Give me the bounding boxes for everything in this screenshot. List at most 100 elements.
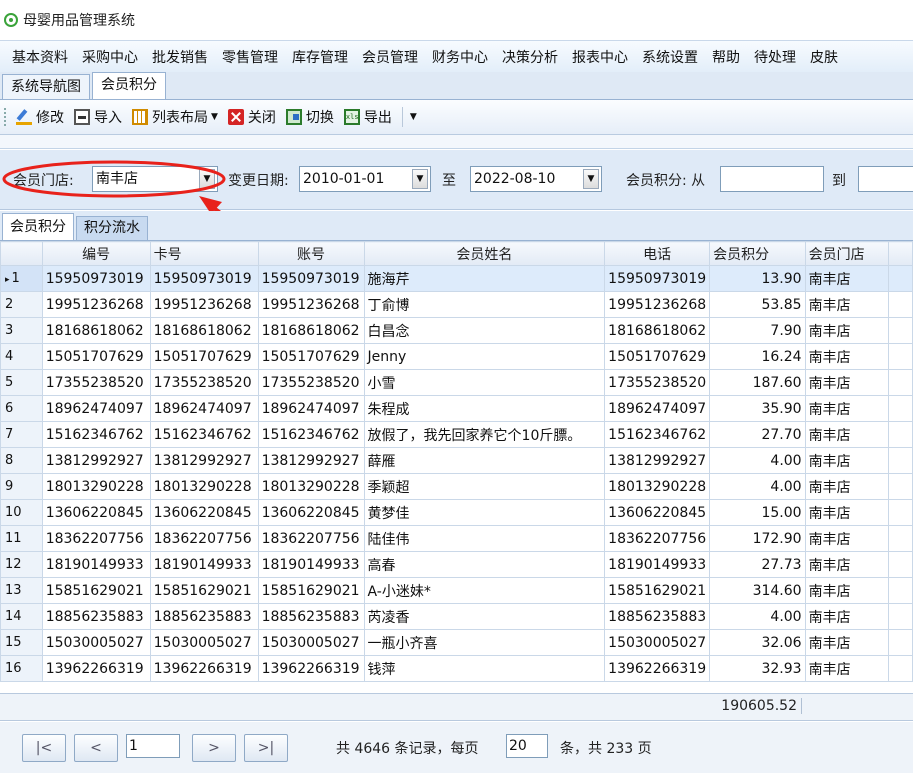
table-row[interactable]: 10 13606220845 13606220845 13606220845 黄梦佳 13…: [0, 499, 913, 526]
store-cell[interactable]: 南丰店: [804, 603, 890, 630]
card-number-cell[interactable]: 15162346762: [149, 421, 259, 448]
account-cell[interactable]: 15162346762: [257, 421, 365, 448]
row-number[interactable]: 4: [0, 343, 43, 370]
column-header[interactable]: 会员积分: [709, 241, 806, 266]
card-number-cell[interactable]: 18962474097: [149, 395, 259, 422]
points-cell[interactable]: 32.06: [709, 629, 806, 656]
column-header[interactable]: 账号: [257, 241, 365, 266]
member-id-cell[interactable]: 18962474097: [41, 395, 151, 422]
store-cell[interactable]: 南丰店: [804, 395, 890, 422]
column-header[interactable]: 编号: [41, 241, 151, 266]
account-cell[interactable]: 18190149933: [257, 551, 365, 578]
member-id-cell[interactable]: 13606220845: [41, 499, 151, 526]
points-to-input[interactable]: [858, 166, 913, 192]
column-header[interactable]: 卡号: [149, 241, 259, 266]
points-cell[interactable]: 314.60: [709, 577, 806, 604]
edit-button[interactable]: 修改: [16, 107, 64, 127]
member-id-cell[interactable]: 15051707629: [41, 343, 151, 370]
page-size-input[interactable]: 20: [506, 734, 548, 758]
member-name-cell[interactable]: A-小迷妹*: [363, 577, 606, 604]
store-cell[interactable]: 南丰店: [804, 655, 890, 682]
switch-button[interactable]: 切换: [285, 107, 334, 127]
close-button[interactable]: 关闭: [227, 107, 276, 127]
toolbar-overflow-icon[interactable]: ▼: [410, 112, 417, 122]
member-id-cell[interactable]: 18190149933: [41, 551, 151, 578]
column-header[interactable]: 电话: [604, 241, 711, 266]
points-cell[interactable]: 53.85: [709, 291, 806, 318]
row-number[interactable]: 5: [0, 369, 43, 396]
member-name-cell[interactable]: 丁俞博: [363, 291, 606, 318]
points-cell[interactable]: 27.73: [709, 551, 806, 578]
table-row[interactable]: 12 18190149933 18190149933 18190149933 高春 181…: [0, 551, 913, 578]
account-cell[interactable]: 15030005027: [257, 629, 365, 656]
toolbar-grip[interactable]: [4, 108, 8, 126]
member-name-cell[interactable]: 小雪: [363, 369, 606, 396]
card-number-cell[interactable]: 13606220845: [149, 499, 259, 526]
phone-cell[interactable]: 15950973019: [604, 265, 711, 292]
next-page-button[interactable]: >: [192, 734, 236, 762]
store-cell[interactable]: 南丰店: [804, 577, 890, 604]
card-number-cell[interactable]: 15051707629: [149, 343, 259, 370]
account-cell[interactable]: 17355238520: [257, 369, 365, 396]
phone-cell[interactable]: 13606220845: [604, 499, 711, 526]
table-row[interactable]: 11 18362207756 18362207756 18362207756 陆佳伟 18…: [0, 525, 913, 552]
table-row[interactable]: 9 18013290228 18013290228 18013290228 季颖超 180…: [0, 473, 913, 500]
phone-cell[interactable]: 18013290228: [604, 473, 711, 500]
page-number-input[interactable]: 1: [126, 734, 180, 758]
member-id-cell[interactable]: 17355238520: [41, 369, 151, 396]
menu-item-analysis[interactable]: 决策分析: [502, 47, 558, 67]
points-cell[interactable]: 172.90: [709, 525, 806, 552]
points-cell[interactable]: 4.00: [709, 447, 806, 474]
menu-item-inventory[interactable]: 库存管理: [292, 47, 348, 67]
row-number[interactable]: ▸ 1: [0, 265, 43, 292]
member-id-cell[interactable]: 15851629021: [41, 577, 151, 604]
member-name-cell[interactable]: 施海芹: [363, 265, 606, 292]
member-name-cell[interactable]: 陆佳伟: [363, 525, 606, 552]
store-cell[interactable]: 南丰店: [804, 291, 890, 318]
phone-cell[interactable]: 18168618062: [604, 317, 711, 344]
first-page-button[interactable]: |<: [22, 734, 66, 762]
table-row[interactable]: 16 13962266319 13962266319 13962266319 钱萍 139…: [0, 655, 913, 682]
table-row[interactable]: 5 17355238520 17355238520 17355238520 小雪 1735…: [0, 369, 913, 396]
account-cell[interactable]: 15950973019: [257, 265, 365, 292]
date-to-picker[interactable]: 2022-08-10 ▼: [470, 166, 602, 192]
store-cell[interactable]: 南丰店: [804, 629, 890, 656]
row-number[interactable]: 15: [0, 629, 43, 656]
points-cell[interactable]: 187.60: [709, 369, 806, 396]
phone-cell[interactable]: 15162346762: [604, 421, 711, 448]
phone-cell[interactable]: 15051707629: [604, 343, 711, 370]
account-cell[interactable]: 18013290228: [257, 473, 365, 500]
points-cell[interactable]: 7.90: [709, 317, 806, 344]
store-cell[interactable]: 南丰店: [804, 265, 890, 292]
points-cell[interactable]: 15.00: [709, 499, 806, 526]
account-cell[interactable]: 13962266319: [257, 655, 365, 682]
row-number[interactable]: 14: [0, 603, 43, 630]
member-name-cell[interactable]: Jenny: [363, 343, 606, 370]
chevron-down-icon[interactable]: ▼: [412, 169, 428, 189]
store-cell[interactable]: 南丰店: [804, 473, 890, 500]
menu-item-settings[interactable]: 系统设置: [642, 47, 698, 67]
points-cell[interactable]: 35.90: [709, 395, 806, 422]
card-number-cell[interactable]: 18013290228: [149, 473, 259, 500]
row-number[interactable]: 10: [0, 499, 43, 526]
member-id-cell[interactable]: 13962266319: [41, 655, 151, 682]
menu-item-wholesale[interactable]: 批发销售: [152, 47, 208, 67]
store-cell[interactable]: 南丰店: [804, 421, 890, 448]
table-row[interactable]: 7 15162346762 15162346762 15162346762 放假了，我先…: [0, 421, 913, 448]
card-number-cell[interactable]: 17355238520: [149, 369, 259, 396]
tab-member-points-list[interactable]: 会员积分: [2, 213, 74, 240]
chevron-down-icon[interactable]: ▼: [583, 169, 599, 189]
menu-item-basic-data[interactable]: 基本资料: [12, 47, 68, 67]
account-cell[interactable]: 13606220845: [257, 499, 365, 526]
menu-item-finance[interactable]: 财务中心: [432, 47, 488, 67]
member-name-cell[interactable]: 薛雁: [363, 447, 606, 474]
table-row[interactable]: ▸ 1 15950973019 15950973019 15950973019 施海芹 15…: [0, 265, 913, 292]
table-row[interactable]: 6 18962474097 18962474097 18962474097 朱程成 189…: [0, 395, 913, 422]
store-cell[interactable]: 南丰店: [804, 317, 890, 344]
member-id-cell[interactable]: 15950973019: [41, 265, 151, 292]
menu-item-reports[interactable]: 报表中心: [572, 47, 628, 67]
row-number[interactable]: 6: [0, 395, 43, 422]
member-name-cell[interactable]: 放假了，我先回家养它个10斤膘。: [363, 421, 606, 448]
phone-cell[interactable]: 18362207756: [604, 525, 711, 552]
member-id-cell[interactable]: 18013290228: [41, 473, 151, 500]
